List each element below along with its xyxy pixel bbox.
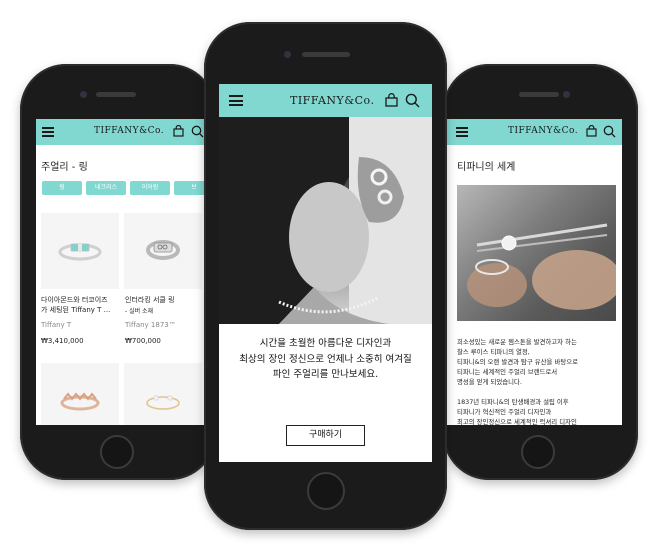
ring-interlocking-circles-image — [146, 240, 180, 260]
menu-icon[interactable] — [456, 127, 468, 137]
product-name-cont[interactable]: - 실버 소재 — [125, 306, 153, 315]
bag-icon[interactable] — [586, 125, 597, 137]
ring-rose-gold-image — [60, 392, 100, 411]
brand-logo[interactable]: TIFFANY&Co. — [508, 126, 578, 136]
camera — [80, 91, 87, 98]
filter-chip-ring[interactable]: 링 — [42, 181, 82, 195]
brand-logo[interactable]: TIFFANY&Co. — [94, 126, 164, 136]
filter-chip-necklace[interactable]: 네크리스 — [86, 181, 126, 195]
speaker — [519, 92, 559, 97]
top-bar: TIFFANY&Co. — [443, 119, 622, 145]
brand-logo[interactable]: TIFFANY&Co. — [290, 94, 374, 107]
phone-right: TIFFANY&Co. 티파니의 세계 희소성있는 새로운 젬스톤을 발견하고자… — [443, 64, 638, 480]
search-icon[interactable] — [603, 125, 616, 138]
hero-tagline: 시간을 초월한 아름다운 디자인과 최상의 장인 정신으로 언제나 소중히 여겨… — [239, 338, 412, 380]
buy-button[interactable]: 구매하기 — [286, 425, 365, 446]
story-paragraph-2: 1837년 티파니&의 탄생배경과 설립 이후 티파니가 혁신적인 주얼리 디자… — [457, 398, 577, 425]
filter-chip-earring[interactable]: 이어링 — [130, 181, 170, 195]
hero-image-craftsman — [457, 185, 616, 321]
search-icon[interactable] — [405, 93, 420, 108]
page-title: 주얼리 - 링 — [41, 162, 88, 173]
product-image[interactable] — [41, 363, 119, 425]
product-collection: Tiffany T — [41, 321, 72, 329]
home-button[interactable] — [100, 435, 134, 469]
product-name[interactable]: 다이아몬드와 터코이즈 — [41, 295, 108, 305]
product-price: ₩700,000 — [125, 337, 161, 345]
screen-home: TIFFANY&Co. 시간을 초월한 아름다운 디자인과 최상의 장인 정신으… — [219, 84, 432, 462]
story-paragraph-1: 희소성있는 새로운 젬스톤을 발견하고자 하는 찰스 루이스 티파니의 열정, … — [457, 338, 578, 386]
product-name-cont[interactable]: 가 세팅된 Tiffany T ... — [41, 305, 110, 315]
tweezers-diamond-illustration — [467, 223, 616, 310]
phone-center: TIFFANY&Co. 시간을 초월한 아름다운 디자인과 최상의 장인 정신으… — [204, 22, 447, 530]
product-price: ₩3,410,000 — [41, 337, 84, 345]
model-with-rings-illustration — [219, 117, 432, 324]
menu-icon[interactable] — [42, 127, 54, 137]
search-icon[interactable] — [191, 125, 204, 138]
home-button[interactable] — [307, 472, 345, 510]
home-button[interactable] — [521, 435, 555, 469]
ring-t-turquoise-image — [58, 243, 102, 261]
product-name[interactable]: 인터라킹 서클 링 — [125, 295, 175, 305]
product-image[interactable] — [124, 213, 202, 289]
speaker — [96, 92, 136, 97]
screen-jewelry-rings: TIFFANY&Co. 주얼리 - 링 링 네크리스 이어링 브 다이아몬드와 … — [36, 119, 216, 425]
bag-icon[interactable] — [173, 125, 184, 137]
menu-icon[interactable] — [229, 95, 243, 106]
top-bar: TIFFANY&Co. — [36, 119, 216, 145]
product-image[interactable] — [41, 213, 119, 289]
product-image[interactable] — [124, 363, 202, 425]
speaker — [302, 52, 350, 57]
bag-icon[interactable] — [385, 93, 398, 107]
page-title: 티파니의 세계 — [457, 162, 516, 173]
camera — [284, 51, 291, 58]
ring-gold-diamond-image — [146, 395, 180, 410]
screen-world-of-tiffany: TIFFANY&Co. 티파니의 세계 희소성있는 새로운 젬스톤을 발견하고자… — [443, 119, 622, 425]
top-bar: TIFFANY&Co. — [219, 84, 432, 117]
hero-image-model — [219, 117, 432, 324]
phone-left: TIFFANY&Co. 주얼리 - 링 링 네크리스 이어링 브 다이아몬드와 … — [20, 64, 216, 480]
product-collection: Tiffany 1873™ — [125, 321, 176, 329]
camera — [563, 91, 570, 98]
